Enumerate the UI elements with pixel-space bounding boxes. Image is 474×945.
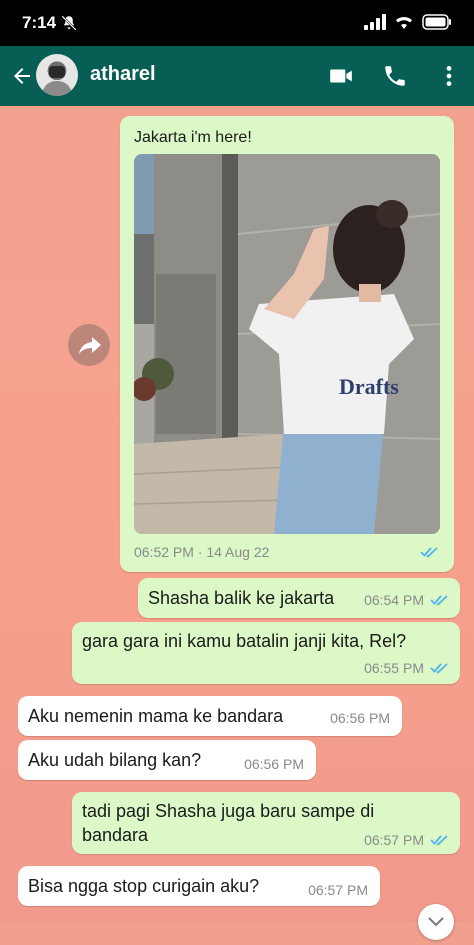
message-time: 06:55 PM	[364, 660, 424, 676]
message-text: Shasha balik ke jakarta	[148, 588, 335, 608]
message-text: Aku udah bilang kan?	[28, 750, 202, 770]
image-caption: Jakarta i'm here!	[134, 129, 252, 146]
forward-icon	[79, 337, 101, 354]
more-options-icon[interactable]	[436, 63, 462, 89]
message-bubble[interactable]: Bisa ngga stop curigain aku? 06:57 PM	[18, 866, 380, 906]
message-meta: 06:57 PM	[364, 832, 450, 848]
forward-button[interactable]	[68, 324, 110, 366]
message-meta: 06:52 PM · 14 Aug 22	[134, 544, 440, 560]
read-receipt-icon	[430, 835, 448, 846]
read-receipt-icon	[430, 663, 448, 674]
message-meta: 06:56 PM	[330, 710, 390, 726]
image-message[interactable]: Jakarta i'm here! Drafts 06:52 PM · 14 A…	[120, 116, 454, 572]
message-text: Bisa ngga stop curigain aku?	[28, 876, 260, 896]
avatar[interactable]	[36, 54, 78, 96]
phone-call-icon[interactable]	[382, 63, 408, 89]
photo-image: Drafts	[134, 154, 440, 534]
message-time: 06:57 PM	[308, 882, 368, 898]
message-bubble[interactable]: gara gara ini kamu batalin janji kita, R…	[72, 622, 460, 684]
message-text: gara gara ini kamu batalin janji kita, R…	[82, 631, 407, 651]
message-bubble[interactable]: Aku udah bilang kan? 06:56 PM	[18, 740, 316, 780]
message-meta: 06:57 PM	[308, 882, 368, 898]
svg-text:Drafts: Drafts	[339, 374, 399, 399]
message-time: 06:56 PM	[244, 756, 304, 772]
chevron-down-icon	[428, 917, 444, 927]
bell-mute-icon	[61, 15, 77, 31]
scroll-to-bottom-button[interactable]	[418, 904, 454, 940]
contact-name[interactable]: atharel	[90, 63, 156, 86]
message-time: 06:56 PM	[330, 710, 390, 726]
back-arrow-icon[interactable]	[10, 64, 34, 88]
message-bubble[interactable]: Shasha balik ke jakarta 06:54 PM	[138, 578, 460, 618]
message-meta: 06:56 PM	[244, 756, 304, 772]
status-bar: 7:14	[0, 0, 474, 46]
message-text: tadi pagi Shasha juga baru sampe di band…	[82, 801, 375, 845]
photo[interactable]: Drafts	[134, 154, 440, 534]
message-time: 06:57 PM	[364, 832, 424, 848]
message-time: 06:54 PM	[364, 592, 424, 608]
message-meta: 06:55 PM	[364, 660, 450, 676]
battery-icon	[422, 14, 451, 30]
message-text: Aku nemenin mama ke bandara	[28, 706, 284, 726]
message-bubble[interactable]: Aku nemenin mama ke bandara 06:56 PM	[18, 696, 402, 736]
read-receipt-icon	[430, 595, 448, 606]
signal-icon	[364, 14, 386, 30]
chat-header: atharel	[0, 46, 474, 106]
message-meta: 06:54 PM	[364, 592, 450, 608]
read-receipt-icon	[420, 547, 438, 558]
message-time: 06:52 PM · 14 Aug 22	[134, 544, 270, 560]
message-bubble[interactable]: tadi pagi Shasha juga baru sampe di band…	[72, 792, 460, 854]
status-time: 7:14	[22, 13, 57, 32]
video-call-icon[interactable]	[328, 63, 354, 89]
wifi-icon	[396, 16, 412, 29]
